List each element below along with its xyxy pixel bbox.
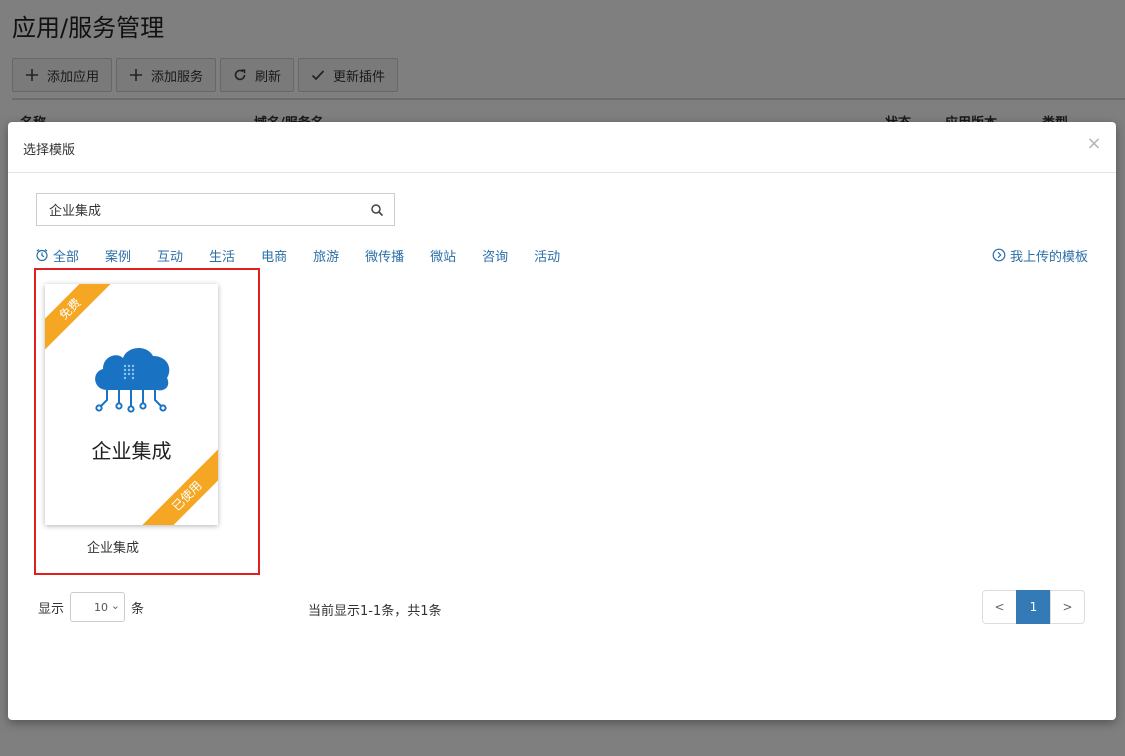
tab-activity[interactable]: 活动: [534, 246, 560, 265]
tab-all[interactable]: 全部: [35, 246, 79, 265]
template-card-title: 企业集成: [91, 439, 172, 463]
page-size-control: 显示 10 ⌄ 条: [38, 592, 144, 622]
tab-cases[interactable]: 案例: [105, 246, 131, 265]
clock-icon: [35, 248, 49, 262]
chevron-right-circle-icon: [992, 248, 1006, 262]
my-uploaded-templates-link[interactable]: 我上传的模板: [992, 245, 1088, 265]
tab-consulting[interactable]: 咨询: [482, 246, 508, 265]
tab-life[interactable]: 生活: [209, 246, 235, 265]
template-picker-modal: 选择模版 × 全部 案例 互动 生活 电商 旅游 微传播 微站 咨询 活动 我上…: [8, 122, 1116, 720]
tab-travel[interactable]: 旅游: [313, 246, 339, 265]
page-1-button[interactable]: 1: [1016, 590, 1051, 624]
template-card[interactable]: 免费 企业集成 已使用: [45, 284, 218, 525]
search-field: [36, 193, 395, 226]
category-tabs: 全部 案例 互动 生活 电商 旅游 微传播 微站 咨询 活动: [35, 245, 586, 265]
modal-header: 选择模版 ×: [8, 122, 1116, 173]
next-page-button[interactable]: >: [1050, 590, 1085, 624]
modal-title: 选择模版: [23, 143, 76, 158]
search-icon[interactable]: [370, 203, 384, 217]
page-size-select[interactable]: 10 ⌄: [70, 592, 126, 622]
template-name: 企业集成: [87, 541, 140, 556]
close-icon[interactable]: ×: [1086, 135, 1102, 153]
tab-ecommerce[interactable]: 电商: [261, 246, 287, 265]
pagination: < 1 >: [982, 590, 1085, 624]
show-label: 显示: [38, 601, 65, 617]
unit-label: 条: [131, 601, 145, 617]
tab-micro-broadcast[interactable]: 微传播: [365, 246, 404, 265]
search-input[interactable]: [37, 194, 337, 225]
tab-micro-site[interactable]: 微站: [430, 246, 456, 265]
tab-interaction[interactable]: 互动: [157, 246, 183, 265]
chevron-down-icon: ⌄: [110, 599, 121, 612]
pagination-info: 当前显示1-1条，共1条: [308, 604, 442, 619]
cloud-icon: [95, 347, 170, 413]
prev-page-button[interactable]: <: [982, 590, 1017, 624]
